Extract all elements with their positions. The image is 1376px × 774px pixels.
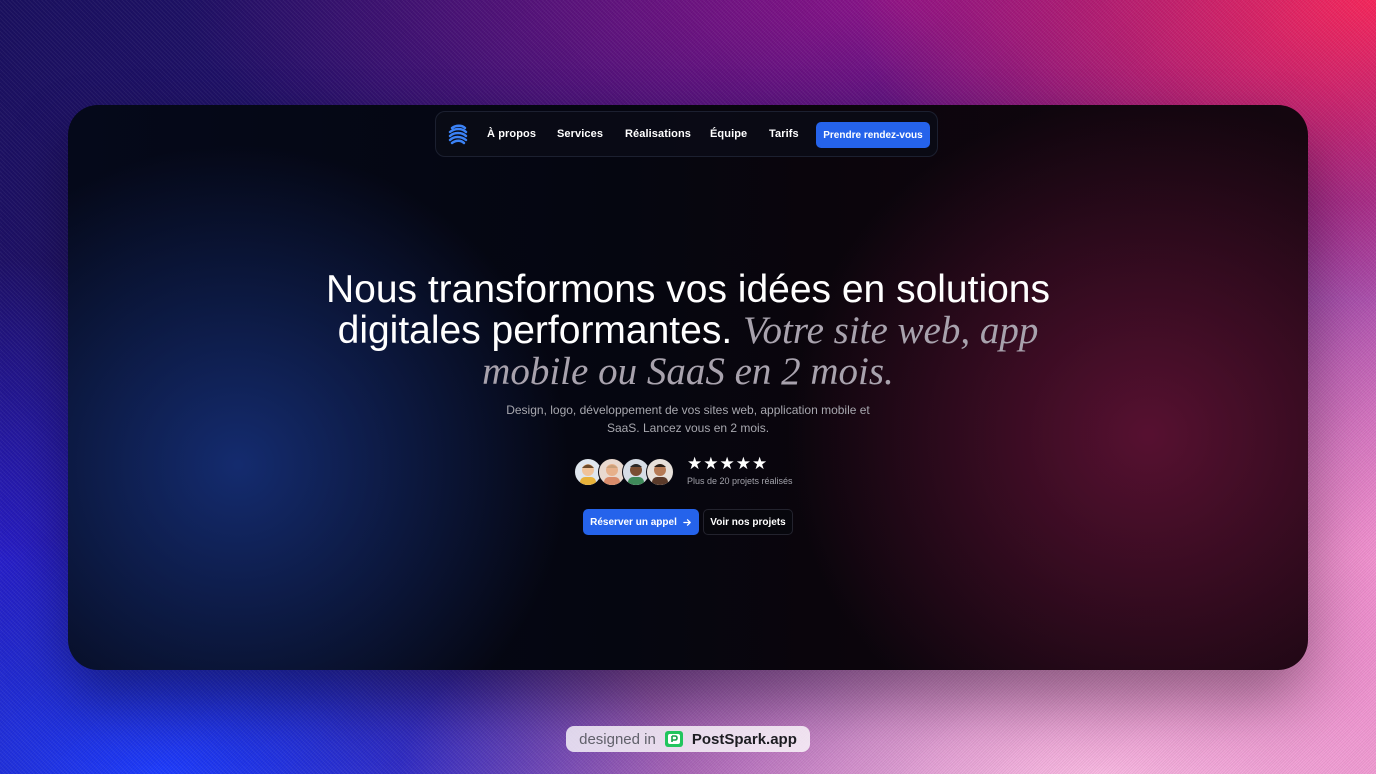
postspark-logo-icon (664, 731, 683, 747)
subtitle-line-2: SaaS. Lancez vous en 2 mois. (606, 421, 770, 435)
headline-line-1: Nous transformons vos idées en solutions (325, 268, 1051, 311)
nav-item-tarifs[interactable]: Tarifs (769, 128, 799, 140)
nav-item-equipe[interactable]: Équipe (710, 128, 747, 140)
rating-caption: Plus de 20 projets réalisés (687, 476, 793, 486)
hero-subtitle: Design, logo, développement de vos sites… (68, 401, 1308, 437)
star-icon: ★ (752, 454, 768, 473)
star-icon: ★ (687, 454, 703, 473)
avatar (646, 458, 674, 486)
badge-brand: PostSpark.app (691, 730, 797, 748)
rating-stars: ★ ★ ★ ★ ★ (687, 455, 767, 472)
star-icon: ★ (703, 454, 719, 473)
book-call-label: Réserver un appel (590, 516, 677, 528)
headline-line-3: mobile ou SaaS en 2 mois. (482, 350, 894, 393)
navigation-bar: À propos Services Réalisations Équipe Ta… (435, 111, 938, 157)
book-appointment-button[interactable]: Prendre rendez-vous (816, 122, 930, 148)
badge-prefix: designed in (579, 730, 656, 748)
headline-plain-part: digitales performantes. (337, 309, 733, 352)
arrow-right-icon (683, 518, 691, 526)
star-icon: ★ (735, 454, 751, 473)
hero-card: À propos Services Réalisations Équipe Ta… (68, 105, 1308, 670)
nav-item-a-propos[interactable]: À propos (487, 128, 536, 140)
nav-item-services[interactable]: Services (557, 128, 603, 140)
headline-line-2: digitales performantes. Votre site web, … (68, 310, 1308, 351)
client-avatars (574, 458, 674, 486)
nav-item-realisations[interactable]: Réalisations (625, 128, 691, 140)
subtitle-line-1: Design, logo, développement de vos sites… (506, 403, 870, 417)
stacked-waves-logo-icon[interactable] (446, 123, 470, 147)
star-icon: ★ (719, 454, 735, 473)
headline-italic-part: Votre site web, app (743, 309, 1039, 352)
view-projects-button[interactable]: Voir nos projets (703, 509, 793, 535)
designed-in-badge[interactable]: designed in PostSpark.app (566, 726, 810, 752)
book-call-button[interactable]: Réserver un appel (583, 509, 699, 535)
